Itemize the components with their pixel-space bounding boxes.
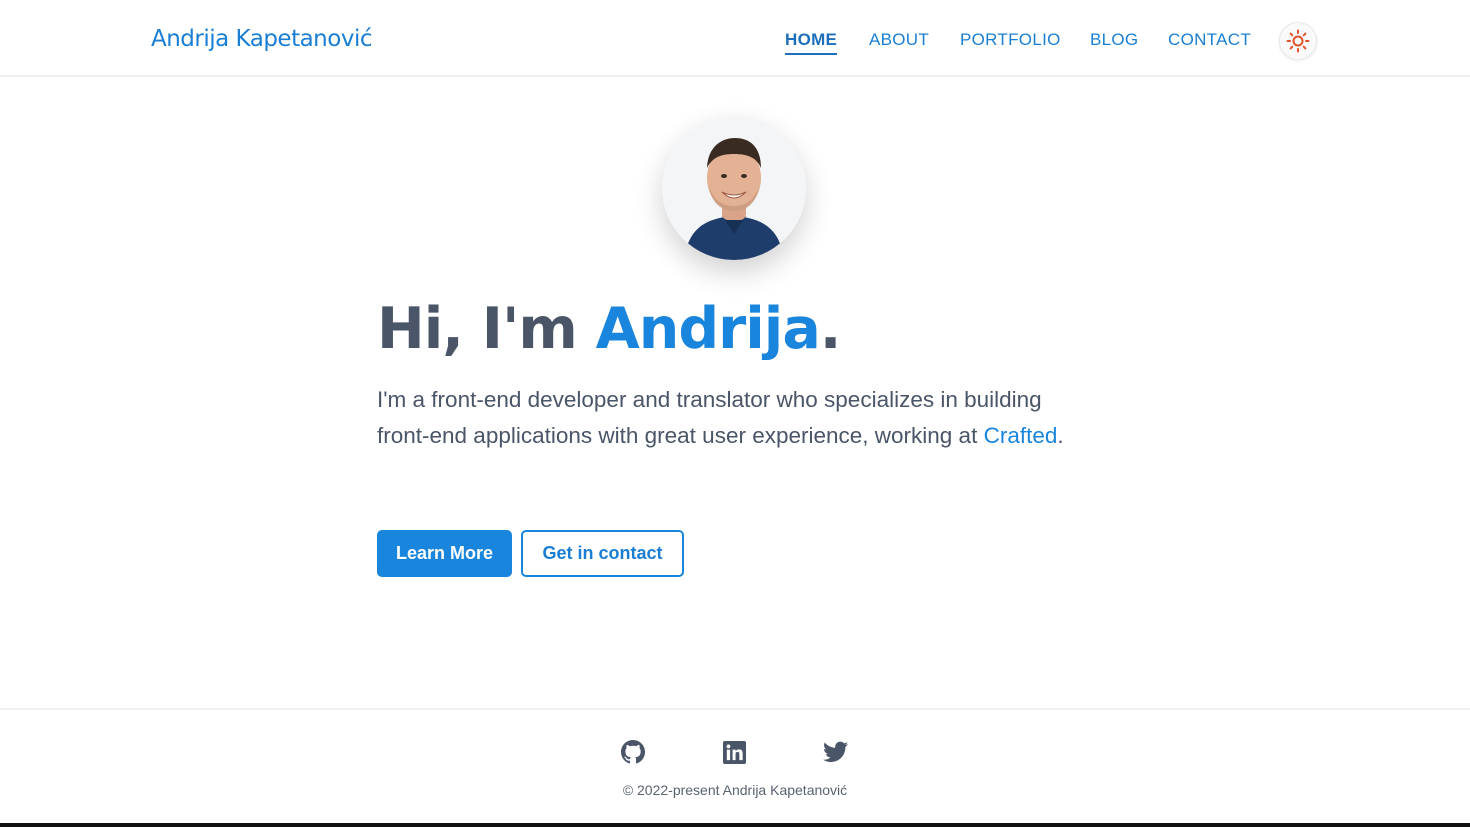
site-footer: © 2022-present Andrija Kapetanović	[0, 708, 1470, 823]
greeting-suffix: .	[819, 296, 842, 362]
theme-toggle-button[interactable]	[1279, 22, 1317, 60]
nav-portfolio[interactable]: PORTFOLIO	[960, 30, 1061, 50]
twitter-link[interactable]	[822, 739, 848, 765]
github-link[interactable]	[620, 739, 646, 765]
crafted-link[interactable]: Crafted	[984, 423, 1058, 448]
active-nav-indicator	[785, 53, 838, 55]
site-header: Andrija Kapetanović HOME ABOUT PORTFOLIO…	[0, 0, 1470, 77]
nav-about[interactable]: ABOUT	[869, 30, 929, 50]
nav-contact[interactable]: CONTACT	[1168, 30, 1251, 50]
intro-text: I'm a front-end developer and translator…	[377, 387, 1042, 448]
nav-home-label: HOME	[785, 30, 838, 49]
avatar	[662, 116, 806, 260]
twitter-icon	[822, 741, 848, 762]
window-bottom-edge	[0, 823, 1470, 827]
copyright-text: © 2022-present Andrija Kapetanović	[622, 782, 848, 798]
linkedin-icon	[722, 740, 746, 764]
get-in-contact-button[interactable]: Get in contact	[521, 530, 684, 577]
greeting-name: Andrija	[595, 296, 821, 362]
intro-end: .	[1057, 423, 1064, 448]
learn-more-button[interactable]: Learn More	[377, 530, 512, 577]
linkedin-link[interactable]	[721, 739, 747, 765]
page: Andrija Kapetanović HOME ABOUT PORTFOLIO…	[0, 0, 1470, 827]
profile-photo	[662, 116, 806, 260]
nav-blog[interactable]: BLOG	[1090, 30, 1138, 50]
sun-icon	[1286, 29, 1310, 53]
github-icon	[621, 740, 645, 764]
greeting-prefix: Hi, I'm	[377, 296, 596, 362]
nav-home[interactable]: HOME	[785, 30, 838, 55]
hero-intro: I'm a front-end developer and translator…	[377, 382, 1087, 454]
main-nav: HOME ABOUT PORTFOLIO BLOG CONTACT	[0, 30, 1470, 60]
hero-headline: Hi, I'm Andrija.	[377, 296, 842, 362]
